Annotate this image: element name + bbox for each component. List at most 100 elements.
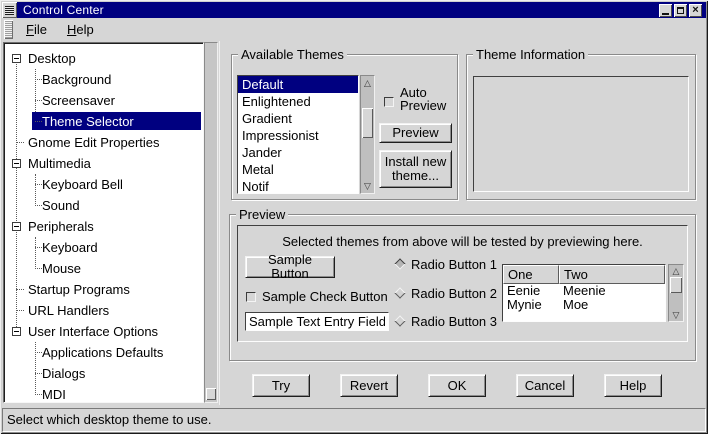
sidebar-item-desktop[interactable]: Desktop	[6, 48, 202, 69]
tree-expander-icon[interactable]	[12, 327, 21, 336]
tree-branch-stub	[35, 394, 42, 395]
preview-box: Selected themes from above will be teste…	[237, 225, 688, 342]
sidebar-item-gnome-edit-properties[interactable]: Gnome Edit Properties	[6, 132, 202, 153]
sidebar-item-keyboard[interactable]: Keyboard	[6, 237, 202, 258]
sidebar-item-label: Peripherals	[28, 219, 94, 234]
sidebar-item-screensaver[interactable]: Screensaver	[6, 90, 202, 111]
auto-preview-label: Auto Preview	[400, 86, 454, 112]
control-center-window: Control Center × FileHelp DesktopBackgro…	[0, 0, 708, 434]
sidebar-item-label: Gnome Edit Properties	[28, 135, 160, 150]
sidebar-item-label: User Interface Options	[28, 324, 158, 339]
radio-icon	[394, 315, 405, 326]
tree-scrollbar[interactable]	[204, 42, 218, 403]
tree-branch-stub	[16, 142, 24, 143]
tree-expander-icon[interactable]	[12, 222, 21, 231]
sample-table: OneTwo EenieMeenieMynieMoe	[502, 264, 666, 322]
minimize-icon	[662, 13, 669, 15]
tree-branch-stub	[35, 268, 42, 269]
preview-button[interactable]: Preview	[379, 123, 452, 143]
tree-scrollbar-thumb[interactable]	[206, 388, 216, 400]
radio-icon	[394, 258, 405, 269]
radio-radio-button-2[interactable]: Radio Button 2	[396, 286, 497, 300]
theme-item-metal[interactable]: Metal	[238, 161, 358, 178]
sidebar-item-url-handlers[interactable]: URL Handlers	[6, 300, 202, 321]
theme-item-enlightened[interactable]: Enlightened	[238, 93, 358, 110]
tree-branch-stub	[35, 352, 42, 353]
theme-list-scrollbar[interactable]: △ ▽	[360, 75, 375, 194]
sidebar-item-label: Keyboard Bell	[42, 177, 123, 192]
theme-item-jander[interactable]: Jander	[238, 144, 358, 161]
column-header-one[interactable]: One	[503, 265, 559, 284]
scroll-up-icon[interactable]: △	[361, 77, 374, 89]
sidebar-item-theme-selector[interactable]: Theme Selector	[6, 111, 202, 132]
sidebar-item-mouse[interactable]: Mouse	[6, 258, 202, 279]
theme-information-content	[473, 76, 689, 192]
window-controls: ×	[657, 4, 702, 17]
table-row[interactable]: EenieMeenie	[503, 284, 665, 298]
theme-item-impressionist[interactable]: Impressionist	[238, 127, 358, 144]
scroll-up-icon[interactable]: △	[669, 265, 683, 277]
theme-item-default[interactable]: Default	[238, 76, 358, 93]
scroll-down-icon[interactable]: ▽	[361, 180, 374, 192]
ok-button[interactable]: OK	[428, 374, 486, 397]
help-button[interactable]: Help	[604, 374, 662, 397]
auto-preview-checkbox[interactable]	[384, 97, 394, 107]
main-area: Desktop Background Screensaver Theme Select…	[2, 41, 706, 405]
sidebar-item-sound[interactable]: Sound	[6, 195, 202, 216]
sidebar-item-background[interactable]: Background	[6, 69, 202, 90]
sidebar-item-multimedia[interactable]: Multimedia	[6, 153, 202, 174]
revert-button[interactable]: Revert	[340, 374, 398, 397]
sidebar-item-label: URL Handlers	[28, 303, 109, 318]
minimize-button[interactable]	[659, 4, 672, 17]
radio-radio-button-1[interactable]: Radio Button 1	[396, 257, 497, 271]
menubar-drag-handle[interactable]	[3, 19, 14, 40]
theme-item-gradient[interactable]: Gradient	[238, 110, 358, 127]
theme-item-notif[interactable]: Notif	[238, 178, 358, 194]
available-themes-label: Available Themes	[238, 47, 347, 62]
tree-branch-stub	[35, 100, 42, 101]
install-new-theme-button[interactable]: Install new theme...	[379, 150, 452, 188]
table-row[interactable]: MynieMoe	[503, 298, 665, 312]
tree-branch-stub	[16, 310, 24, 311]
sample-button[interactable]: Sample Button	[245, 256, 335, 278]
sample-text-entry[interactable]	[245, 312, 389, 331]
theme-information-label: Theme Information	[473, 47, 588, 62]
sidebar-item-startup-programs[interactable]: Startup Programs	[6, 279, 202, 300]
available-themes-frame: Available Themes DefaultEnlightenedGradi…	[231, 54, 458, 200]
scroll-down-icon[interactable]: ▽	[669, 309, 683, 321]
close-button[interactable]: ×	[689, 4, 702, 17]
sidebar-item-mdi[interactable]: MDI	[6, 384, 202, 403]
settings-panel: Available Themes DefaultEnlightenedGradi…	[221, 41, 704, 405]
sidebar-item-dialogs[interactable]: Dialogs	[6, 363, 202, 384]
sidebar-item-keyboard-bell[interactable]: Keyboard Bell	[6, 174, 202, 195]
sidebar-item-label: Startup Programs	[28, 282, 130, 297]
menu-help[interactable]: Help	[59, 20, 102, 39]
window-menu-button[interactable]	[2, 2, 17, 18]
sidebar-item-label: Sound	[42, 198, 80, 213]
tree-branch-stub	[35, 247, 42, 248]
sidebar-item-label: MDI	[42, 387, 66, 402]
sample-check-checkbox[interactable]	[246, 292, 256, 302]
titlebar: Control Center ×	[2, 2, 706, 18]
radio-radio-button-3[interactable]: Radio Button 3	[396, 314, 497, 328]
sidebar-item-label: Background	[42, 72, 111, 87]
theme-list: DefaultEnlightenedGradientImpressionistJ…	[237, 75, 359, 194]
sidebar-item-applications-defaults[interactable]: Applications Defaults	[6, 342, 202, 363]
column-header-two[interactable]: Two	[559, 265, 665, 284]
sidebar-item-peripherals[interactable]: Peripherals	[6, 216, 202, 237]
sidebar-item-label: Screensaver	[42, 93, 115, 108]
menu-file[interactable]: File	[18, 20, 55, 39]
window-menu-icon	[5, 6, 14, 15]
theme-scrollbar-thumb[interactable]	[362, 108, 373, 138]
cancel-button[interactable]: Cancel	[516, 374, 574, 397]
tree-branch-stub	[35, 79, 42, 80]
sidebar-item-label: Theme Selector	[42, 114, 134, 129]
maximize-button[interactable]	[674, 4, 687, 17]
table-scrollbar-thumb[interactable]	[670, 277, 682, 293]
sidebar-item-user-interface-options[interactable]: User Interface Options	[6, 321, 202, 342]
preview-note: Selected themes from above will be teste…	[238, 234, 687, 249]
try-button[interactable]: Try	[252, 374, 310, 397]
tree-expander-icon[interactable]	[12, 54, 21, 63]
table-scrollbar[interactable]: △ ▽	[668, 264, 684, 322]
tree-expander-icon[interactable]	[12, 159, 21, 168]
